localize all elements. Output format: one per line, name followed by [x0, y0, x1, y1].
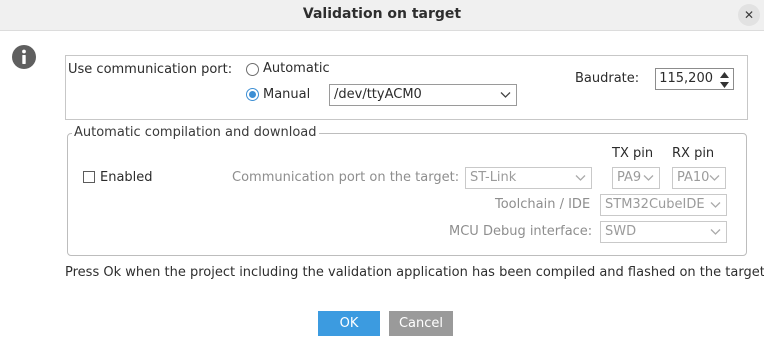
title-bar: Validation on target ✕ [0, 0, 764, 31]
rx-pin-select[interactable]: PA10 [672, 167, 726, 189]
mcu-debug-select[interactable]: SWD [600, 221, 727, 243]
port-select-value: /dev/ttyACM0 [334, 87, 422, 102]
baudrate-value: 115,200 [659, 71, 713, 86]
compilation-group-title: Automatic compilation and download [72, 125, 319, 140]
decrement-button[interactable] [718, 80, 731, 89]
baudrate-label: Baudrate: [575, 71, 640, 86]
tx-pin-value: PA9 [617, 170, 642, 185]
chevron-down-icon [643, 175, 654, 181]
toolchain-label: Toolchain / IDE [495, 197, 591, 212]
toolchain-value: STM32CubeIDE [605, 197, 705, 212]
baudrate-spinner[interactable]: 115,200 [655, 68, 734, 90]
instruction-message: Press Ok when the project including the … [65, 265, 764, 280]
chevron-down-icon [710, 202, 721, 208]
rx-pin-header: RX pin [672, 146, 715, 161]
mcu-debug-label: MCU Debug interface: [449, 224, 593, 239]
cancel-button[interactable]: Cancel [389, 311, 453, 336]
port-select[interactable]: /dev/ttyACM0 [329, 84, 517, 106]
arrow-down-icon [720, 81, 729, 88]
chevron-down-icon [709, 175, 720, 181]
chevron-down-icon [710, 229, 721, 235]
toolchain-select[interactable]: STM32CubeIDE [600, 194, 727, 216]
close-button[interactable]: ✕ [738, 4, 760, 26]
ok-button[interactable]: OK [318, 311, 380, 336]
comm-port-target-value: ST-Link [470, 170, 517, 185]
automatic-radio-label[interactable]: Automatic [263, 61, 330, 76]
dialog-title: Validation on target [302, 6, 462, 22]
comm-port-target-label: Communication port on the target: [232, 170, 460, 185]
automatic-radio[interactable] [246, 63, 259, 76]
arrow-up-icon [720, 71, 729, 78]
enabled-checkbox[interactable] [83, 171, 95, 183]
increment-button[interactable] [718, 70, 731, 79]
communication-port-label: Use communication port: [68, 62, 233, 77]
rx-pin-value: PA10 [677, 170, 710, 185]
close-icon: ✕ [743, 8, 755, 22]
enabled-label[interactable]: Enabled [100, 170, 153, 185]
chevron-down-icon [500, 92, 511, 98]
tx-pin-header: TX pin [612, 146, 654, 161]
manual-radio[interactable] [246, 88, 259, 101]
comm-port-target-select[interactable]: ST-Link [465, 167, 592, 189]
tx-pin-select[interactable]: PA9 [612, 167, 660, 189]
info-icon [12, 45, 36, 69]
manual-radio-label[interactable]: Manual [263, 87, 310, 102]
mcu-debug-value: SWD [605, 224, 637, 239]
chevron-down-icon [575, 175, 586, 181]
